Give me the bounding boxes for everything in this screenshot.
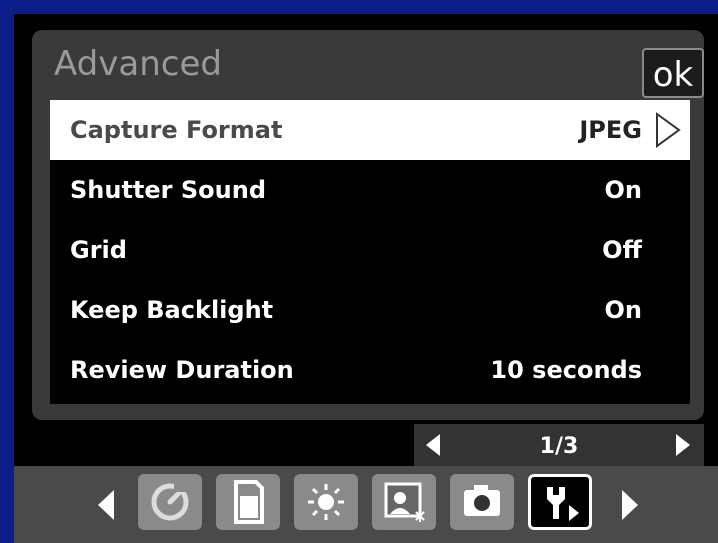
setting-value: 10 seconds (490, 356, 642, 384)
timer-icon (151, 482, 189, 521)
panel-title: Advanced (54, 44, 222, 84)
timer-button[interactable] (138, 474, 202, 530)
setting-value: JPEG (579, 116, 642, 144)
camera-icon (464, 485, 500, 516)
setting-label: Review Duration (70, 356, 294, 384)
setting-row-grid[interactable]: Grid Off (50, 220, 690, 280)
setting-row-keep-backlight[interactable]: Keep Backlight On (50, 280, 690, 340)
setting-value: Off (602, 236, 642, 264)
settings-wrench-icon (547, 487, 579, 521)
setting-label: Keep Backlight (70, 296, 274, 324)
settings-list: Capture Format JPEG Shutter Sound On Gri… (50, 100, 690, 404)
page-navigator: 1/3 (414, 424, 704, 466)
ok-button[interactable]: ok (642, 48, 704, 98)
card-button[interactable] (216, 474, 280, 530)
setting-row-shutter-sound[interactable]: Shutter Sound On (50, 160, 690, 220)
camera-button[interactable] (450, 474, 514, 530)
page-next-arrow-icon[interactable] (672, 432, 694, 458)
toolbar-left-arrow-icon[interactable] (94, 488, 118, 522)
page-indicator: 1/3 (539, 434, 579, 459)
mode-toolbar (14, 466, 718, 543)
setting-label: Grid (70, 236, 127, 264)
settings-button[interactable] (528, 474, 592, 530)
brightness-button[interactable] (294, 474, 358, 530)
setting-label: Capture Format (70, 116, 283, 144)
camera-screen: Advanced ok Capture Format JPEG Shutter … (14, 14, 718, 543)
setting-row-review-duration[interactable]: Review Duration 10 seconds (50, 340, 690, 400)
setting-value: On (604, 296, 643, 324)
brightness-icon (308, 484, 344, 520)
toolbar-right-arrow-icon[interactable] (618, 488, 642, 522)
card-icon (234, 480, 264, 524)
setting-label: Shutter Sound (70, 176, 266, 204)
setting-value: On (604, 176, 643, 204)
chevron-right-icon[interactable] (654, 112, 682, 148)
picture-effect-icon (384, 482, 425, 522)
picture-effect-button[interactable] (372, 474, 436, 530)
setting-row-capture-format[interactable]: Capture Format JPEG (50, 100, 690, 160)
advanced-settings-panel: Advanced ok Capture Format JPEG Shutter … (32, 30, 704, 420)
